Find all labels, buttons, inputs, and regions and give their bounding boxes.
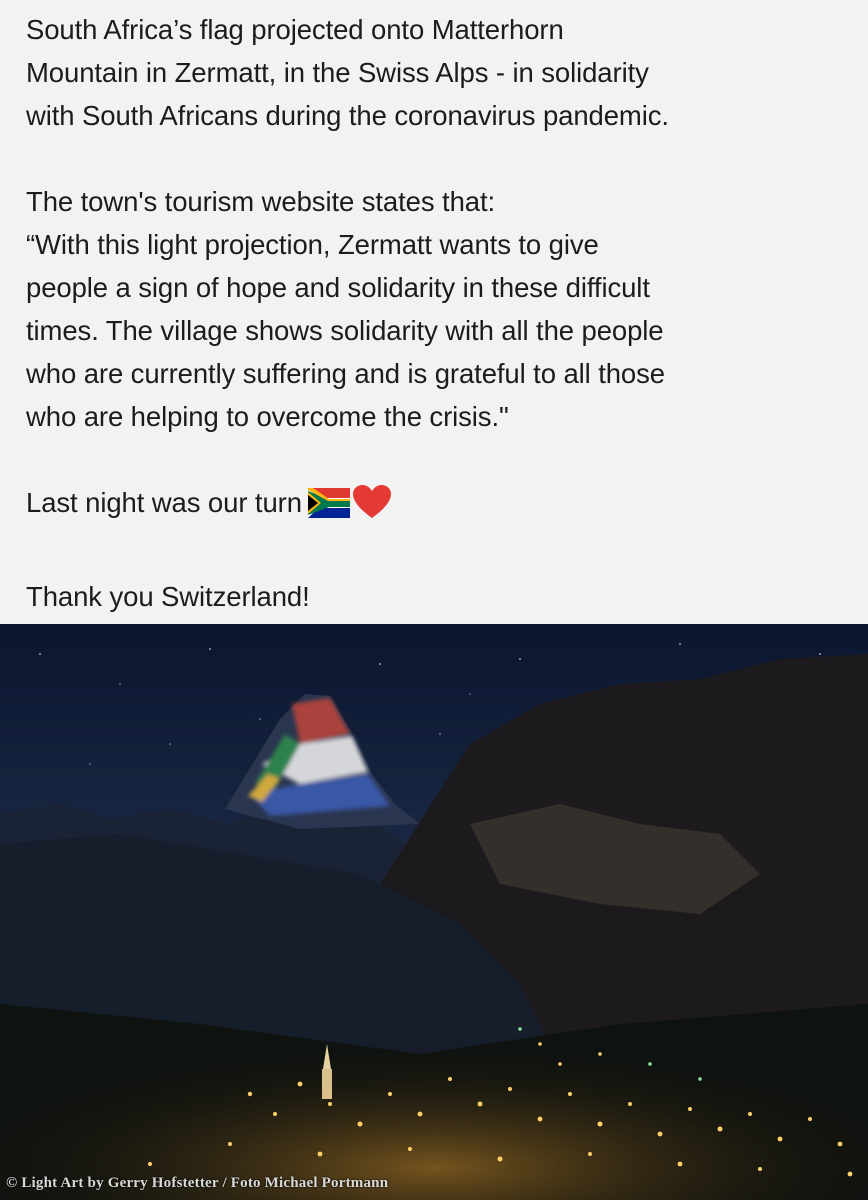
post-line: who are helping to overcome the crisis." <box>26 401 509 432</box>
post-line: who are currently suffering and is grate… <box>26 358 665 389</box>
post-line: “With this light projection, Zermatt wan… <box>26 229 599 260</box>
photo-credit-caption: © Light Art by Gerry Hofstetter / Foto M… <box>6 1175 389 1191</box>
post-line-thanks: Thank you Switzerland! <box>26 581 310 612</box>
post-line: The town's tourism website states that: <box>26 186 496 217</box>
post-line: South Africa’s flag projected onto Matte… <box>26 14 564 45</box>
post-line-turn: Last night was our turn <box>26 481 856 532</box>
post-text: South Africa’s flag projected onto Matte… <box>26 8 856 618</box>
night-landscape-image <box>0 624 868 1200</box>
post-line: Mountain in Zermatt, in the Swiss Alps -… <box>26 57 649 88</box>
matterhorn-photo[interactable]: © Light Art by Gerry Hofstetter / Foto M… <box>0 624 868 1200</box>
post-line: with South Africans during the coronavir… <box>26 100 669 131</box>
post-line: people a sign of hope and solidarity in … <box>26 272 650 303</box>
post-line: times. The village shows solidarity with… <box>26 315 664 346</box>
turn-text: Last night was our turn <box>26 487 302 518</box>
south-africa-flag-icon <box>307 487 350 530</box>
red-heart-icon <box>352 484 392 532</box>
